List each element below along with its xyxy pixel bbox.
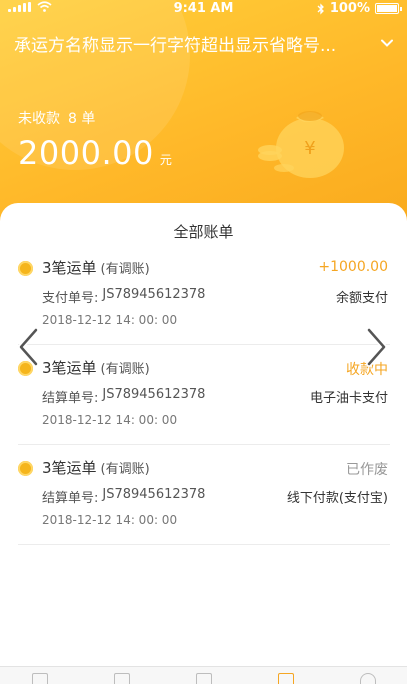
bill-tag: (有调账) [100, 362, 150, 377]
bill-date: 2018-12-12 14: 00: 00 [42, 413, 178, 427]
bill-row[interactable]: 3笔运单 (有调账) 已作废 结算单号: JS78945612378 线下付款(… [18, 449, 390, 545]
bill-tag: (有调账) [100, 462, 150, 477]
bill-no: JS78945612378 [102, 387, 206, 402]
bill-row[interactable]: 3笔运单 (有调账) +1000.00 支付单号: JS78945612378 … [18, 249, 390, 345]
bill-method: 余额支付 [335, 291, 388, 306]
bill-title: 3笔运单 [42, 459, 97, 477]
arrow-left-icon[interactable] [16, 327, 42, 367]
chevron-down-icon[interactable] [380, 36, 394, 50]
bill-method: 电子油卡支付 [309, 391, 388, 406]
bill-title: 3笔运单 [42, 259, 97, 277]
coin-icon [18, 261, 33, 276]
carrier-name: 承运方名称显示一行字符超出显示省略号... [14, 35, 337, 56]
bill-no: JS78945612378 [102, 487, 206, 502]
bills-title: 全部账单 [173, 223, 234, 241]
tab-profile-icon[interactable] [360, 673, 376, 684]
unpaid-summary: 未收款 8 单 [18, 108, 95, 128]
amount-value: 2000.00 [18, 134, 154, 172]
coin-icon [18, 461, 33, 476]
battery-icon [375, 3, 402, 14]
bill-no-label: 结算单号: [42, 491, 99, 506]
svg-text:¥: ¥ [304, 138, 315, 159]
bill-row[interactable]: 3笔运单 (有调账) 收款中 结算单号: JS78945612378 电子油卡支… [18, 349, 390, 445]
money-bag-icon: ¥ [258, 111, 344, 178]
arrow-right-icon[interactable] [363, 327, 389, 367]
bluetooth-icon [317, 2, 324, 15]
tab-orders-icon[interactable] [114, 673, 130, 684]
bill-date: 2018-12-12 14: 00: 00 [42, 313, 178, 327]
tab-home-icon[interactable] [32, 673, 48, 684]
battery-percent: 100% [329, 1, 370, 16]
tab-bills-icon[interactable] [196, 673, 212, 684]
bills-card: 全部账单 3笔运单 (有调账) +1000.00 支付单号: JS7894561… [0, 203, 407, 684]
bill-method: 线下付款(支付宝) [286, 491, 388, 506]
unpaid-amount: 2000.00 元 [18, 134, 172, 172]
bill-status: 已作废 [346, 462, 388, 478]
bill-no-label: 结算单号: [42, 391, 99, 406]
bill-no-label: 支付单号: [42, 291, 99, 306]
amount-unit: 元 [159, 153, 172, 167]
unpaid-count: 8 单 [68, 111, 96, 127]
bill-tag: (有调账) [100, 262, 150, 277]
status-bar: 9:41 AM 100% [0, 0, 407, 18]
tab-finance-icon[interactable] [278, 673, 294, 684]
bill-status: +1000.00 [318, 259, 388, 275]
tab-bar [0, 666, 407, 684]
bill-date: 2018-12-12 14: 00: 00 [42, 513, 178, 527]
carrier-selector[interactable]: 承运方名称显示一行字符超出显示省略号... [14, 30, 394, 56]
bill-no: JS78945612378 [102, 287, 206, 302]
unpaid-label: 未收款 [18, 111, 60, 127]
bill-title: 3笔运单 [42, 359, 97, 377]
